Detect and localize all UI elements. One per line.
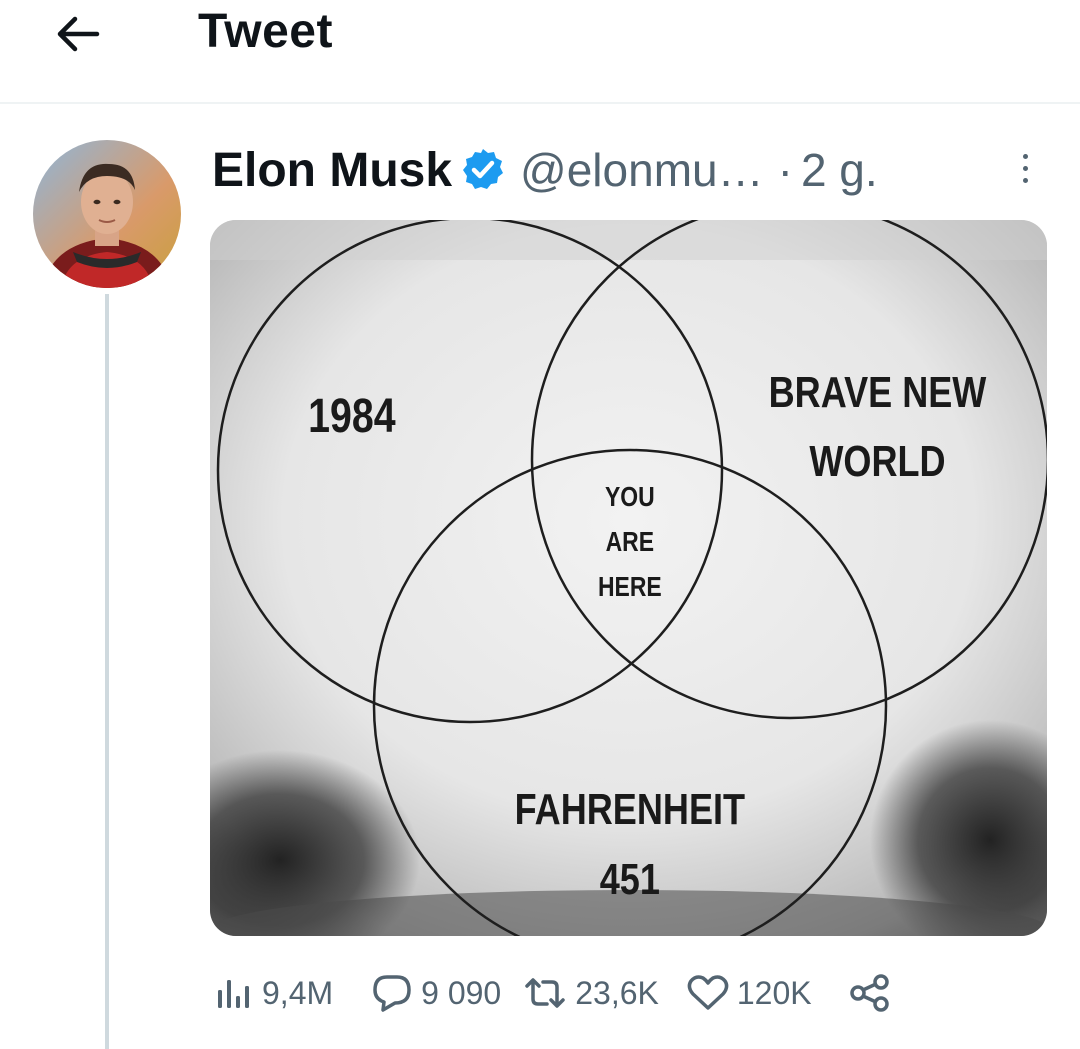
like-count: 120K	[736, 974, 812, 1011]
views-bar-chart-icon	[218, 980, 249, 1008]
label-here: HERE	[598, 572, 662, 603]
label-are: ARE	[606, 527, 654, 558]
back-button[interactable]	[52, 8, 104, 60]
retweet-count: 23,6K	[575, 974, 659, 1011]
page-title: Tweet	[198, 5, 333, 58]
views-button[interactable]: 9,4M	[214, 975, 333, 1012]
label-451: 451	[600, 855, 660, 904]
more-options-button[interactable]	[1010, 146, 1040, 190]
retweet-button[interactable]: 23,6K	[523, 975, 659, 1012]
tweet-author-row: Elon Musk @elonmu… · 2 g.	[212, 138, 878, 202]
more-dot-icon	[1022, 153, 1028, 159]
share-nodes-icon	[849, 974, 889, 1012]
meta-separator: ·	[777, 144, 793, 196]
reply-bubble-icon	[373, 975, 411, 1012]
reply-count: 9 090	[421, 974, 502, 1011]
author-handle[interactable]: @elonmu…	[520, 143, 764, 197]
avatar-image	[33, 140, 181, 288]
tweet-action-bar: 9,4M 9 090 23,6K 120K	[214, 968, 890, 1018]
label-fahrenheit: FAHRENHEIT	[515, 785, 746, 834]
tweet-timestamp[interactable]: 2 g.	[801, 143, 878, 197]
avatar[interactable]	[33, 140, 181, 288]
venn-diagram-image: 1984 BRAVE NEW WORLD YOU ARE HERE FAHREN…	[210, 220, 1047, 936]
arrow-left-icon	[57, 16, 100, 52]
like-button[interactable]: 120K	[687, 974, 812, 1012]
reply-button[interactable]: 9 090	[371, 973, 501, 1013]
label-you: YOU	[605, 482, 655, 513]
tweet-media-image[interactable]: 1984 BRAVE NEW WORLD YOU ARE HERE FAHREN…	[210, 220, 1047, 936]
more-dot-icon	[1022, 177, 1028, 183]
views-count: 9,4M	[262, 974, 334, 1011]
heart-icon	[687, 975, 729, 1010]
top-bar: Tweet	[0, 0, 1080, 104]
label-world: WORLD	[809, 437, 945, 486]
retweet-arrows-icon	[525, 978, 565, 1008]
more-dot-icon	[1022, 165, 1028, 171]
label-1984: 1984	[308, 389, 396, 443]
label-brave-new: BRAVE NEW	[769, 368, 987, 417]
verified-badge-icon	[460, 147, 506, 193]
author-name[interactable]: Elon Musk	[212, 143, 452, 198]
share-button[interactable]	[849, 974, 890, 1012]
thread-line	[105, 294, 109, 1049]
